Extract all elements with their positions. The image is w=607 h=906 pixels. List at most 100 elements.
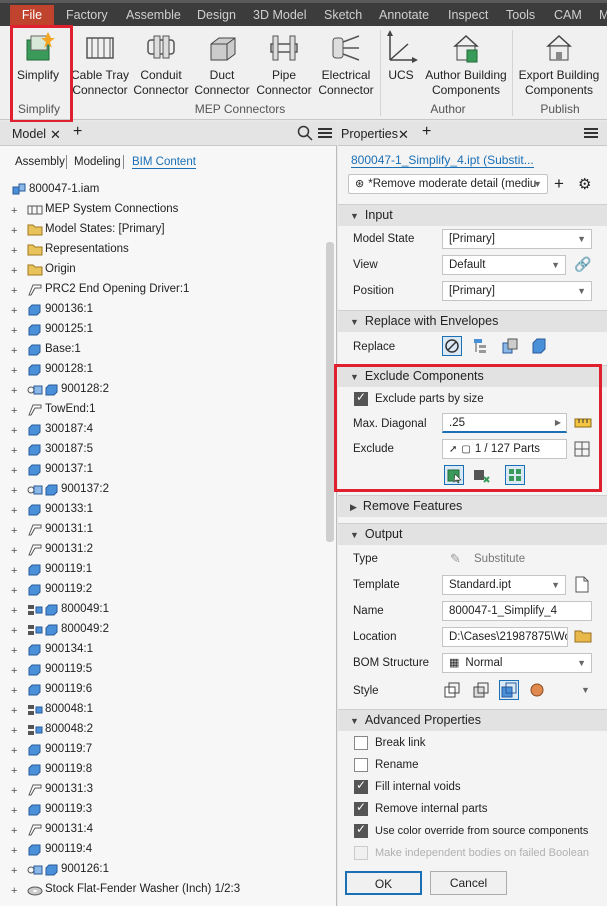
search-icon[interactable] — [297, 125, 313, 144]
expand-icon[interactable]: + — [11, 705, 17, 717]
remove-internal-checkbox[interactable] — [354, 800, 368, 816]
expand-icon[interactable]: + — [11, 525, 17, 537]
expand-icon[interactable]: + — [11, 205, 17, 217]
expand-icon[interactable]: + — [11, 645, 17, 657]
scrollbar[interactable] — [326, 242, 334, 542]
tab-inspect[interactable]: Inspect — [448, 8, 488, 22]
name-input[interactable]: 800047-1_Simplify_4 — [442, 601, 592, 621]
tab-cam[interactable]: CAM — [554, 8, 582, 22]
close-icon[interactable]: ✕ — [398, 127, 409, 143]
expand-icon[interactable]: + — [11, 485, 17, 497]
gear-icon[interactable]: ⚙ — [578, 175, 591, 193]
expand-icon[interactable]: + — [11, 265, 17, 277]
tab-assemble[interactable]: Assemble — [126, 8, 181, 22]
preset-dropdown[interactable]: ⊛ *Remove moderate detail (mediu ▼ — [348, 174, 548, 194]
view-assembly[interactable]: Assembly — [15, 156, 65, 168]
expand-icon[interactable]: + — [11, 625, 17, 637]
tab-factory[interactable]: Factory — [66, 8, 108, 22]
tree-icon[interactable] — [473, 338, 489, 357]
rename-checkbox[interactable] — [354, 758, 368, 772]
pipe-connector-button[interactable]: Pipe Connector — [254, 30, 314, 98]
replace-none-button[interactable] — [442, 336, 462, 356]
independent-bodies-checkbox[interactable] — [354, 846, 368, 860]
tree-root[interactable]: 800047-1.iam — [29, 183, 99, 195]
expand-icon[interactable]: + — [11, 765, 17, 777]
color-override-checkbox[interactable] — [354, 822, 368, 838]
add-preset-button[interactable]: + — [554, 174, 564, 194]
tab-sketch[interactable]: Sketch — [324, 8, 362, 22]
box-icon[interactable] — [531, 338, 547, 357]
add-tab-button[interactable]: + — [422, 123, 431, 141]
expand-icon[interactable]: + — [11, 785, 17, 797]
bom-dropdown[interactable]: ▦ Normal ▼ — [442, 653, 592, 673]
filename-link[interactable]: 800047-1_Simplify_4.ipt (Substit... — [351, 153, 534, 168]
expand-icon[interactable]: + — [11, 285, 17, 297]
expand-icon[interactable]: + — [11, 825, 17, 837]
expand-icon[interactable]: + — [11, 805, 17, 817]
ucs-button[interactable]: UCS — [384, 30, 418, 83]
tab-properties[interactable]: Properties — [341, 127, 398, 141]
template-dropdown[interactable]: Standard.ipt ▼ — [442, 575, 566, 595]
file-icon[interactable] — [575, 576, 589, 596]
view-modeling[interactable]: Modeling — [74, 156, 121, 168]
section-envelopes[interactable]: ▼ Replace with Envelopes — [338, 310, 607, 332]
expand-icon[interactable]: + — [11, 245, 17, 257]
link-icon[interactable]: 🔗 — [574, 256, 591, 273]
expand-icon[interactable]: + — [11, 725, 17, 737]
expand-icon[interactable]: + — [11, 305, 17, 317]
duct-connector-button[interactable]: Duct Connector — [192, 30, 252, 98]
conduit-connector-button[interactable]: Conduit Connector — [131, 30, 191, 98]
close-icon[interactable]: ✕ — [50, 127, 61, 143]
location-input[interactable]: D:\Cases\21987875\Worl — [442, 627, 568, 647]
tab-annotate[interactable]: Annotate — [379, 8, 429, 22]
expand-icon[interactable]: + — [11, 605, 17, 617]
expand-icon[interactable]: + — [11, 505, 17, 517]
section-advanced-properties[interactable]: ▼ Advanced Properties — [338, 709, 607, 731]
tab-more[interactable]: M — [599, 8, 607, 22]
ok-button[interactable]: OK — [345, 871, 422, 895]
envelope-cube-icon[interactable] — [502, 338, 518, 357]
view-dropdown[interactable]: Default ▼ — [442, 255, 566, 275]
tab-3d-model[interactable]: 3D Model — [253, 8, 307, 22]
cable-tray-connector-button[interactable]: Cable Tray Connector — [70, 30, 130, 98]
section-input[interactable]: ▼ Input — [338, 204, 607, 226]
expand-icon[interactable]: + — [11, 565, 17, 577]
expand-icon[interactable]: + — [11, 405, 17, 417]
expand-icon[interactable]: + — [11, 465, 17, 477]
chevron-down-icon[interactable]: ▼ — [581, 685, 590, 695]
style-single-solid-icon[interactable] — [444, 682, 460, 701]
style-multi-solid-icon[interactable] — [473, 682, 489, 701]
menu-icon[interactable] — [584, 126, 598, 143]
expand-icon[interactable]: + — [11, 345, 17, 357]
expand-icon[interactable]: + — [11, 365, 17, 377]
position-dropdown[interactable]: [Primary] ▼ — [442, 281, 592, 301]
tab-model[interactable]: Model — [12, 127, 46, 141]
expand-icon[interactable]: + — [11, 225, 17, 237]
view-bim-content[interactable]: BIM Content — [132, 156, 196, 169]
model-state-dropdown[interactable]: [Primary] ▼ — [442, 229, 592, 249]
expand-icon[interactable]: + — [11, 545, 17, 557]
expand-icon[interactable]: + — [11, 845, 17, 857]
expand-icon[interactable]: + — [11, 325, 17, 337]
export-building-components-button[interactable]: Export Building Components — [514, 30, 604, 98]
author-building-components-button[interactable]: Author Building Components — [420, 30, 512, 98]
cancel-button[interactable]: Cancel — [430, 871, 507, 895]
menu-icon[interactable] — [318, 126, 332, 143]
expand-icon[interactable]: + — [11, 865, 17, 877]
expand-icon[interactable]: + — [11, 585, 17, 597]
expand-icon[interactable]: + — [11, 385, 17, 397]
expand-icon[interactable]: + — [11, 885, 17, 897]
expand-icon[interactable]: + — [11, 745, 17, 757]
style-single-solid-no-seams-button[interactable] — [499, 680, 519, 700]
file-menu[interactable]: File — [10, 5, 54, 26]
expand-icon[interactable]: + — [11, 685, 17, 697]
break-link-checkbox[interactable] — [354, 736, 368, 750]
fill-voids-checkbox[interactable] — [354, 778, 368, 794]
expand-icon[interactable]: + — [11, 425, 17, 437]
tab-tools[interactable]: Tools — [506, 8, 535, 22]
section-remove-features[interactable]: ▶ Remove Features — [338, 495, 607, 517]
expand-icon[interactable]: + — [11, 445, 17, 457]
expand-icon[interactable]: + — [11, 665, 17, 677]
add-tab-button[interactable]: + — [73, 123, 82, 141]
electrical-connector-button[interactable]: Electrical Connector — [316, 30, 376, 98]
